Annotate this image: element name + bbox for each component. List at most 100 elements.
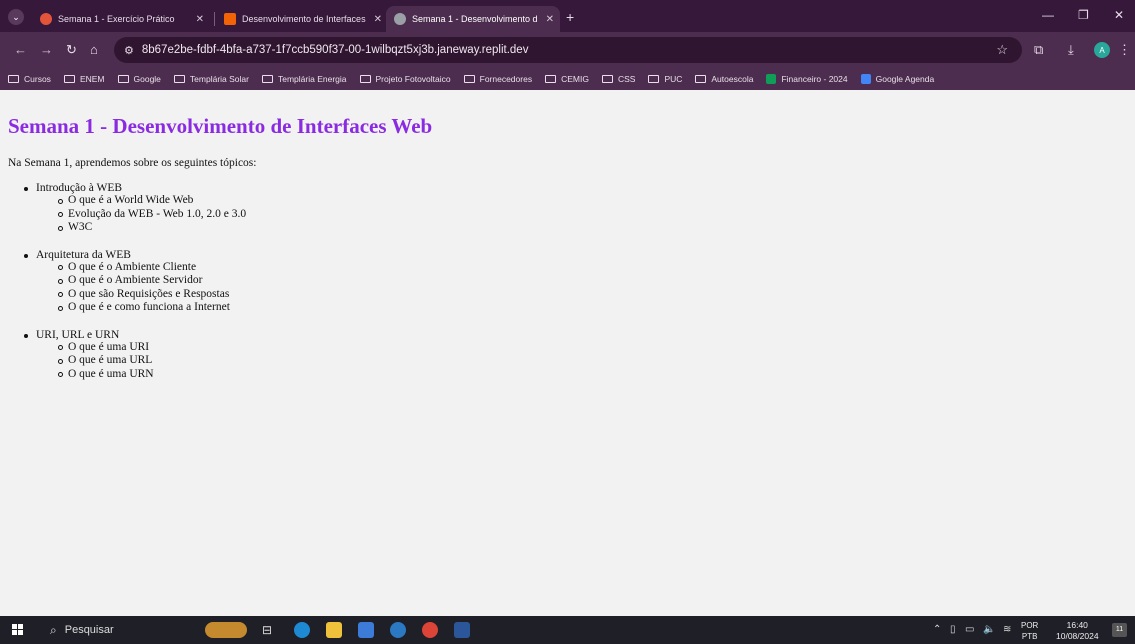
windows-start-icon[interactable]	[12, 624, 24, 636]
page-content: Semana 1 - Desenvolvimento de Interfaces…	[0, 90, 1135, 616]
bookmark-item[interactable]: Autoescola	[695, 74, 753, 84]
folder-icon	[63, 75, 75, 83]
folder-icon	[173, 75, 185, 83]
subtopic-list: O que é a World Wide Web Evolução da WEB …	[58, 194, 246, 235]
clock[interactable]: 16:40 10/08/2024	[1056, 620, 1099, 642]
bookmark-item[interactable]: Financeiro - 2024	[766, 74, 848, 84]
bookmark-label: Financeiro - 2024	[781, 74, 848, 84]
app-icon[interactable]	[390, 622, 406, 638]
bookmark-item[interactable]: Projeto Fotovoltaico	[359, 74, 451, 84]
reload-icon[interactable]: ↻	[66, 42, 77, 58]
taskbar-search[interactable]: ⌕ Pesquisar	[40, 616, 200, 644]
bookmark-label: CEMIG	[561, 74, 589, 84]
site-info-icon[interactable]: ⚙	[124, 44, 134, 57]
bookmark-label: Projeto Fotovoltaico	[375, 74, 451, 84]
folder-icon	[601, 75, 613, 83]
topic-label: Arquitetura da WEB	[36, 248, 131, 261]
battery-icon[interactable]: ▭	[965, 624, 974, 635]
globe-icon	[394, 13, 406, 25]
bookmark-item[interactable]: Templária Solar	[173, 74, 249, 84]
bookmark-item[interactable]: CEMIG	[545, 74, 589, 84]
calendar-icon	[860, 74, 871, 84]
topic-label: Introdução à WEB	[36, 182, 123, 194]
tab-strip: ⌄ Semana 1 - Exercício Prático ✕ Desenvo…	[0, 0, 1135, 32]
minimize-icon[interactable]: —	[1042, 8, 1054, 22]
subtopic-item: Evolução da WEB - Web 1.0, 2.0 e 3.0	[58, 208, 246, 222]
subtopic-item: O que é uma URI	[58, 341, 246, 355]
bookmark-item[interactable]: Fornecedores	[463, 74, 532, 84]
task-view-icon[interactable]: ⊟	[262, 623, 278, 639]
time-label: 16:40	[1066, 620, 1088, 630]
download-icon[interactable]: ⤓	[1068, 42, 1074, 58]
tab-1[interactable]: Semana 1 - Exercício Prático ✕	[32, 6, 212, 32]
bookmark-star-icon[interactable]: ☆	[996, 42, 1008, 58]
bookmark-item[interactable]: PUC	[648, 74, 682, 84]
sheets-icon	[766, 74, 777, 84]
menu-icon[interactable]: ⋮	[1118, 42, 1131, 58]
subtopic-item: O que é e como funciona a Internet	[58, 301, 246, 315]
subtopic-item: O que é uma URN	[58, 368, 246, 382]
subtopic-item: W3C	[58, 221, 246, 235]
profile-avatar[interactable]: A	[1094, 42, 1110, 58]
word-icon[interactable]	[454, 622, 470, 638]
bookmark-label: PUC	[664, 74, 683, 84]
close-icon[interactable]: ✕	[366, 14, 382, 25]
store-icon[interactable]	[358, 622, 374, 638]
tab-search-button[interactable]: ⌄	[8, 9, 24, 25]
bookmarks-bar: Cursos ENEM Google Templária Solar Templária…	[0, 68, 1135, 90]
file-explorer-icon[interactable]	[326, 622, 342, 638]
wifi-icon[interactable]: ≋	[1003, 624, 1011, 635]
folder-icon	[695, 75, 707, 83]
volume-icon[interactable]: 🔈	[983, 624, 995, 635]
back-icon[interactable]: ←	[14, 42, 27, 57]
tab-2[interactable]: Desenvolvimento de Interfaces ✕	[216, 6, 384, 32]
extensions-icon[interactable]: ⧉	[1034, 42, 1043, 58]
bookmark-label: Templária Energia	[277, 74, 347, 84]
chevron-up-icon[interactable]: ⌃	[933, 624, 941, 635]
bookmark-item[interactable]: ENEM	[63, 74, 105, 84]
search-icon: ⌕	[50, 622, 57, 637]
topics-list: Introdução à WEB O que é a World Wide Web…	[24, 182, 246, 395]
language-indicator[interactable]: POR PTB	[1021, 620, 1038, 642]
folder-icon	[648, 75, 660, 83]
page-title: Semana 1 - Desenvolvimento de Interfaces…	[8, 114, 433, 138]
close-window-icon[interactable]: ✕	[1114, 8, 1124, 22]
bookmark-label: Cursos	[24, 74, 51, 84]
language-label: POR	[1021, 621, 1039, 630]
favicon-icon	[40, 13, 52, 25]
chrome-icon[interactable]	[422, 622, 438, 638]
tab-separator	[214, 12, 215, 26]
url-input[interactable]	[141, 44, 842, 56]
folder-icon	[261, 75, 273, 83]
bookmark-label: Google Agenda	[875, 74, 935, 84]
new-tab-button[interactable]: +	[566, 9, 574, 25]
toolbar: ← → ↻ ⌂ ⚙ ☆ ⧉ ⤓ ⋮	[0, 32, 1135, 68]
bookmark-label: Google	[133, 74, 161, 84]
edge-icon[interactable]	[294, 622, 310, 638]
lion-widget-icon[interactable]	[205, 622, 247, 638]
intro-text: Na Semana 1, aprendemos sobre os seguint…	[8, 157, 257, 169]
bookmark-item[interactable]: Templária Energia	[261, 74, 347, 84]
close-icon[interactable]: ✕	[188, 14, 204, 25]
topic-label: URI, URL e URN	[36, 328, 120, 341]
subtopic-list: O que é uma URI O que é uma URL O que é um…	[58, 341, 246, 382]
subtopic-item: O que é o Ambiente Cliente	[58, 261, 246, 275]
folder-icon	[117, 75, 129, 83]
bookmark-item[interactable]: CSS	[601, 74, 635, 84]
forward-icon[interactable]: →	[40, 42, 53, 57]
bookmark-label: Templária Solar	[189, 74, 249, 84]
address-bar[interactable]: ⚙ ☆	[114, 37, 1022, 63]
home-icon[interactable]: ⌂	[90, 42, 98, 57]
bookmark-item[interactable]: Cursos	[8, 74, 51, 84]
tab-3-active[interactable]: Semana 1 - Desenvolvimento d ✕	[386, 6, 560, 32]
device-icon[interactable]: ▯	[950, 624, 956, 635]
close-icon[interactable]: ✕	[538, 14, 554, 25]
bookmark-item[interactable]: Google	[117, 74, 161, 84]
bookmark-label: Autoescola	[711, 74, 754, 84]
folder-icon	[463, 75, 475, 83]
notification-icon[interactable]: 11	[1112, 623, 1127, 637]
bookmark-item[interactable]: Google Agenda	[860, 74, 935, 84]
subtopic-item: O que é uma URL	[58, 354, 246, 368]
keyboard-label: PTB	[1021, 632, 1038, 641]
maximize-icon[interactable]: ❐	[1078, 8, 1089, 22]
